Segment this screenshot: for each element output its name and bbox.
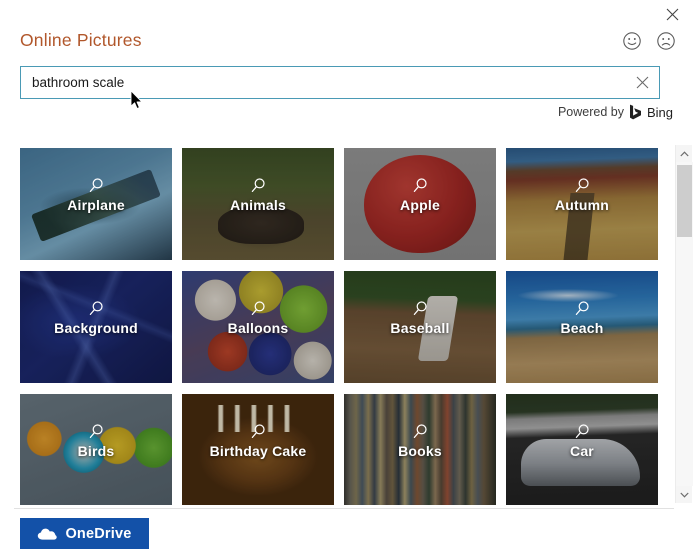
chevron-down-icon[interactable] <box>676 486 693 503</box>
tile-label: Birthday Cake <box>209 443 307 459</box>
magnifier-icon <box>571 175 593 197</box>
page-title: Online Pictures <box>20 30 142 50</box>
tile-label: Balloons <box>227 320 289 336</box>
category-tile[interactable]: Birthday Cake <box>182 394 334 505</box>
powered-by-text: Powered by <box>557 105 624 119</box>
tile-label: Beach <box>560 320 604 336</box>
smiley-happy-icon[interactable] <box>621 30 643 52</box>
online-pictures-dialog: Online Pictures bathroom scale Powered b… <box>0 0 695 558</box>
tile-label: Background <box>54 320 138 336</box>
onedrive-label: OneDrive <box>65 525 132 542</box>
tile-label: Animals <box>230 197 286 213</box>
vertical-scrollbar[interactable] <box>675 145 693 503</box>
magnifier-icon <box>247 298 269 320</box>
category-tile[interactable]: Autumn <box>506 148 658 260</box>
magnifier-icon <box>85 298 107 320</box>
category-tile[interactable]: Background <box>20 271 172 383</box>
magnifier-icon <box>85 421 107 443</box>
powered-by-bing: Powered by Bing <box>558 104 673 120</box>
category-tile[interactable]: Car <box>506 394 658 505</box>
category-tile[interactable]: Apple <box>344 148 496 260</box>
tile-label: Car <box>570 443 594 459</box>
category-tile[interactable]: Animals <box>182 148 334 260</box>
dialog-header: Online Pictures <box>0 30 695 64</box>
category-tile[interactable]: Baseball <box>344 271 496 383</box>
category-tile[interactable]: Balloons <box>182 271 334 383</box>
tile-label: Autumn <box>554 197 610 213</box>
category-tile[interactable]: Birds <box>20 394 172 505</box>
tile-label: Apple <box>400 197 440 213</box>
image-category-grid: Airplane Animals Apple Autumn Background Ball… <box>20 148 668 505</box>
magnifier-icon <box>85 175 107 197</box>
title-bar <box>0 0 695 28</box>
bing-brand-label: Bing <box>646 104 673 120</box>
category-tile[interactable]: Books <box>344 394 496 505</box>
search-box[interactable] <box>20 66 660 99</box>
magnifier-icon <box>409 175 431 197</box>
results-area: Airplane Animals Apple Autumn Background Ball… <box>0 140 695 505</box>
tile-label: Books <box>398 443 442 459</box>
cloud-icon <box>37 527 58 541</box>
close-button[interactable] <box>657 2 687 26</box>
tile-label: Birds <box>77 443 115 459</box>
magnifier-icon <box>571 298 593 320</box>
chevron-up-icon[interactable] <box>676 145 693 162</box>
category-tile[interactable]: Airplane <box>20 148 172 260</box>
footer-divider <box>14 508 674 509</box>
magnifier-icon <box>247 175 269 197</box>
magnifier-icon <box>409 421 431 443</box>
tile-label: Baseball <box>390 320 450 336</box>
magnifier-icon <box>571 421 593 443</box>
scrollbar-thumb[interactable] <box>677 165 692 237</box>
category-tile[interactable]: Beach <box>506 271 658 383</box>
smiley-sad-icon[interactable] <box>655 30 677 52</box>
onedrive-button[interactable]: OneDrive <box>20 518 149 549</box>
magnifier-icon <box>409 298 431 320</box>
search-input[interactable] <box>21 67 625 98</box>
magnifier-icon <box>247 421 269 443</box>
feedback-icon-group <box>621 30 677 52</box>
clear-icon[interactable] <box>625 67 659 98</box>
tile-label: Airplane <box>67 197 125 213</box>
bing-logo-icon <box>629 104 642 120</box>
